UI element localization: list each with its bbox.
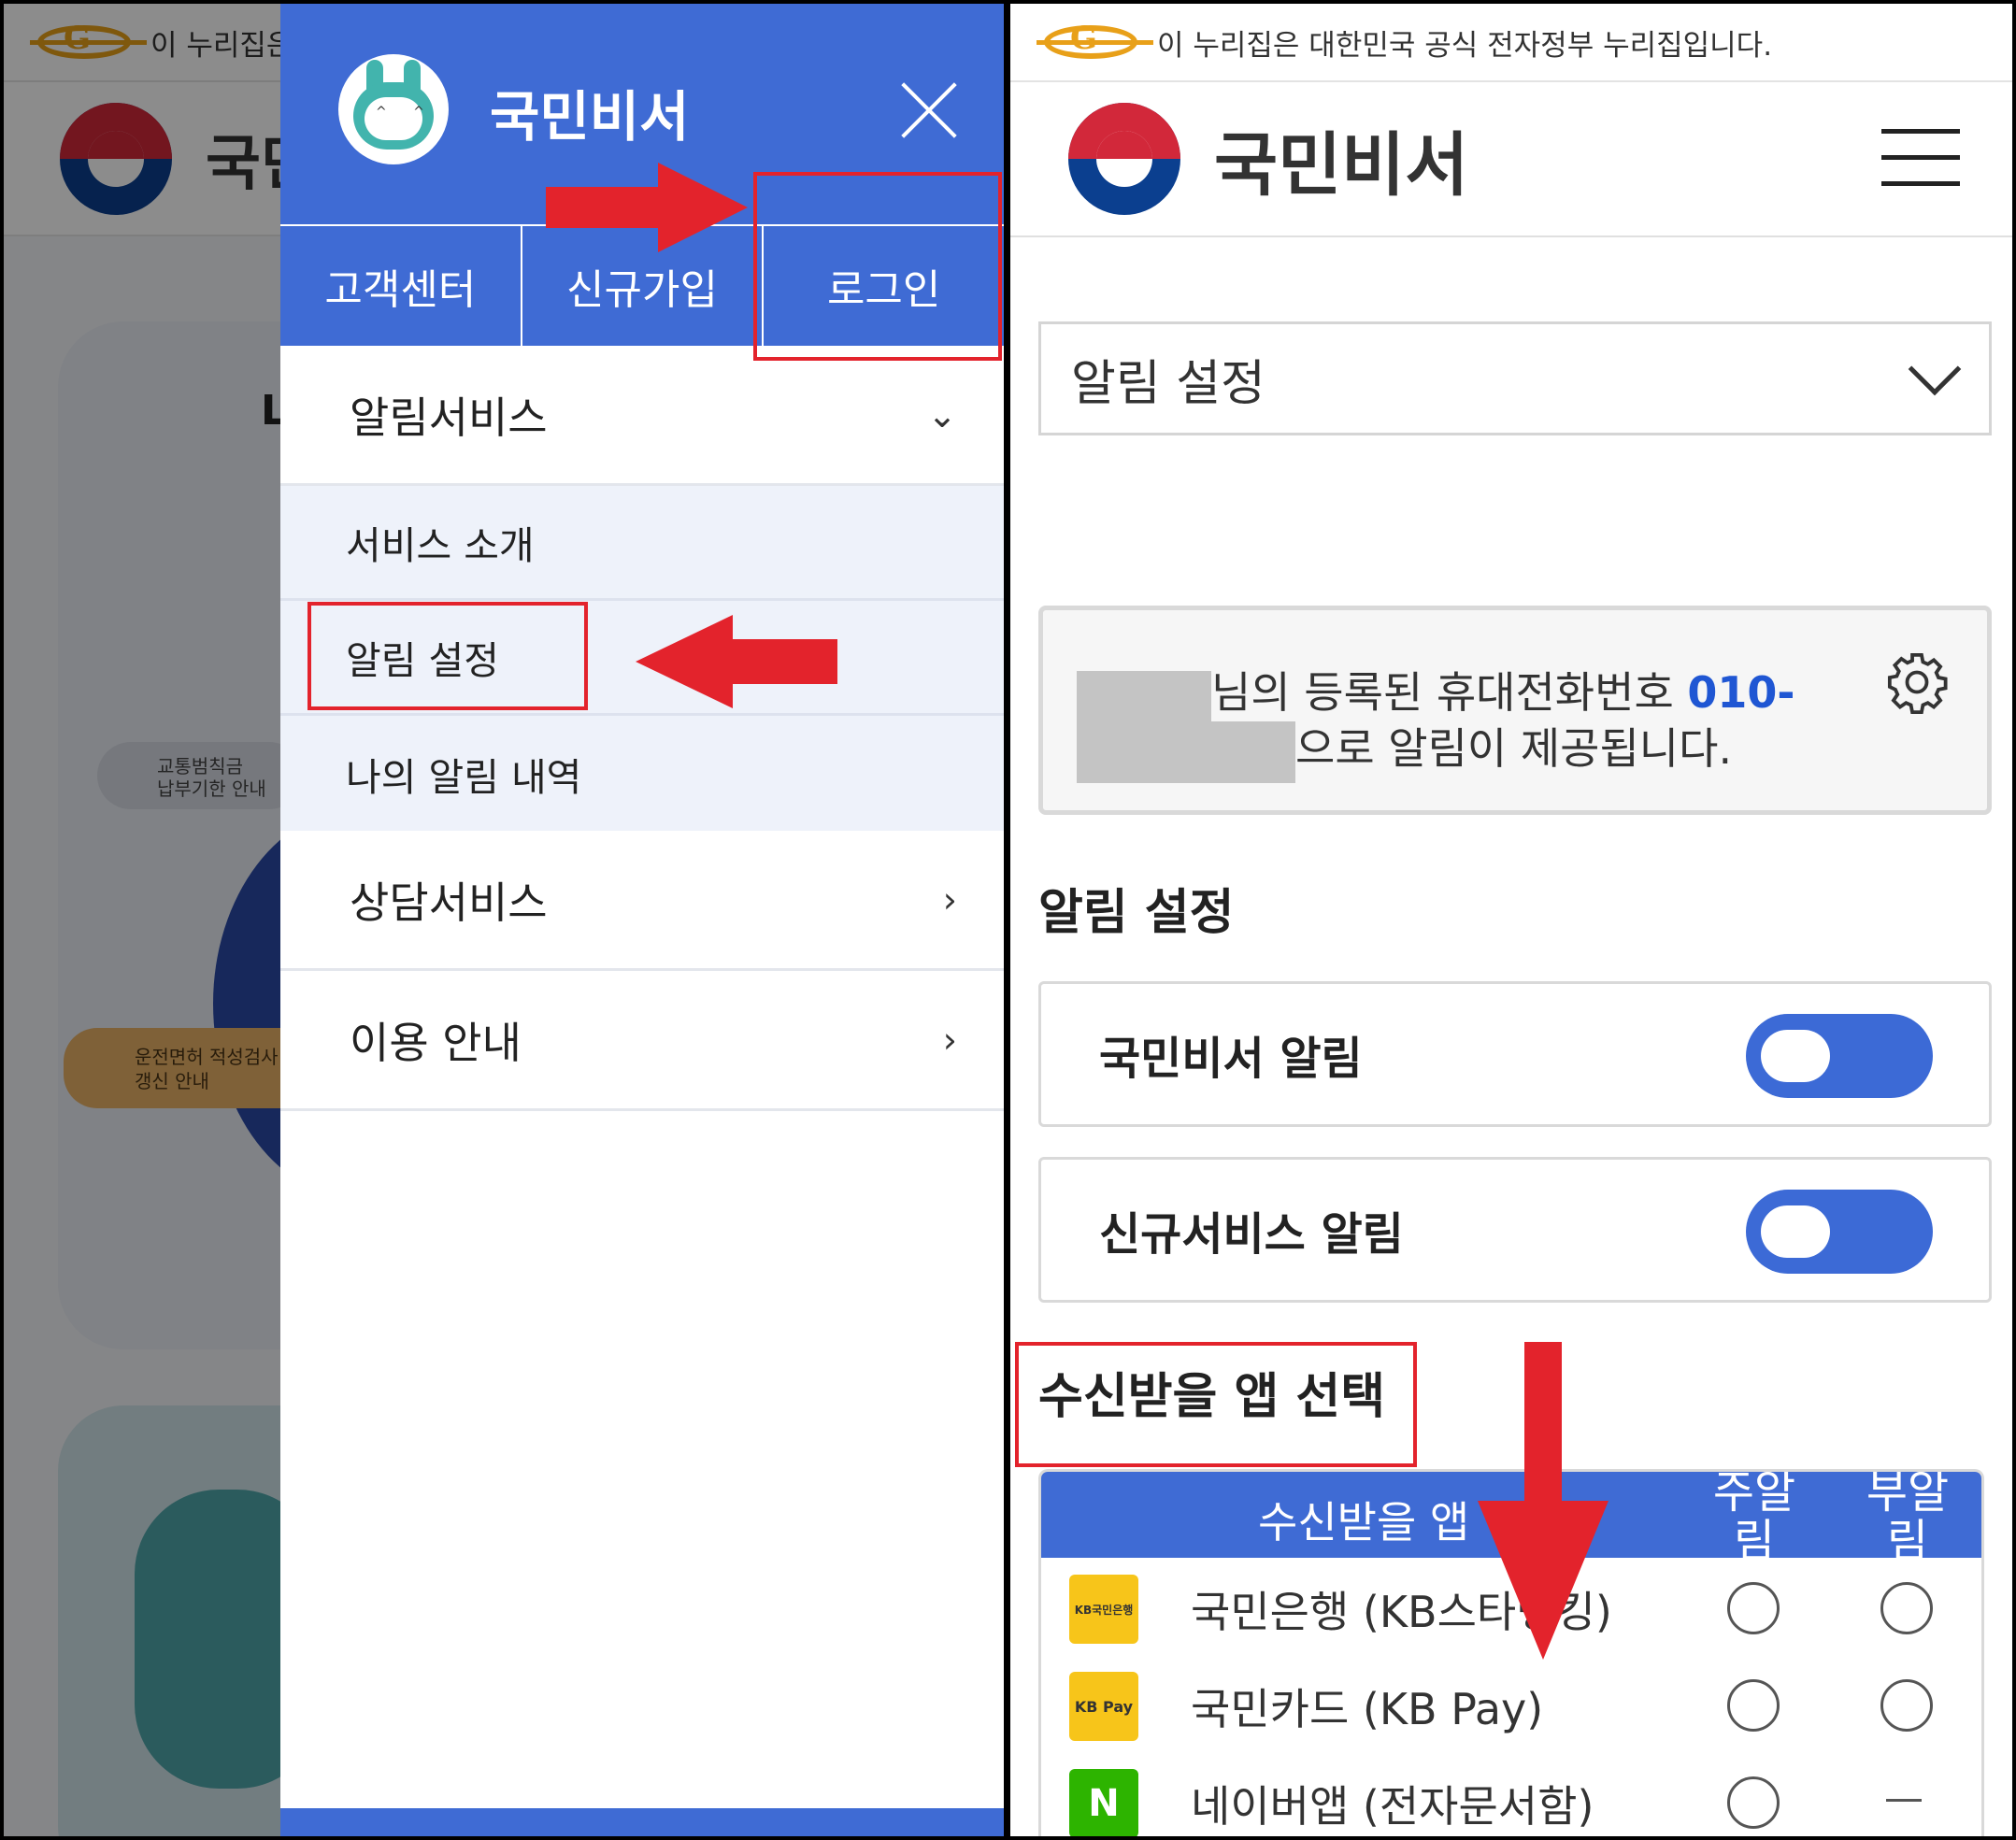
drawer-bottom-bar <box>280 1808 1004 1836</box>
chevron-down-icon <box>1908 342 1962 396</box>
site-header: 국민비서 <box>1010 82 2012 237</box>
not-available-dash <box>1886 1799 1922 1802</box>
section-title-notification: 알림 설정 <box>1038 885 1235 941</box>
radio-sub[interactable] <box>1880 1679 1933 1732</box>
gov-banner-text: 이 누리집은 대한민국 공식 전자정부 누리집입니다. <box>1157 28 1773 63</box>
kb-pay-icon: KB Pay <box>1069 1672 1138 1741</box>
right-screenshot: G 이 누리집은 대한민국 공식 전자정부 누리집입니다. 국민비서 알림 설정… <box>1010 4 2012 1836</box>
app-name: 국민카드 (KB Pay) <box>1191 1684 1544 1734</box>
select-value: 알림 설정 <box>1071 355 1265 412</box>
menu-item-notification-service[interactable]: 알림서비스 ⌄ <box>280 346 1004 486</box>
arrow-right-icon <box>546 163 748 252</box>
egov-logo-icon: G <box>1037 18 1153 66</box>
arrow-down-icon <box>1478 1342 1609 1660</box>
phone-info-box: 님의 등록된 휴대전화번호 010- 으로 알림이 제공됩니다. <box>1038 606 1992 815</box>
radio-main[interactable] <box>1727 1776 1780 1829</box>
chevron-right-icon: › <box>942 878 957 920</box>
kb-bank-icon: KB국민은행 <box>1069 1575 1138 1644</box>
arrow-left-icon <box>636 615 837 708</box>
radio-main[interactable] <box>1727 1679 1780 1732</box>
submenu-item-service-intro[interactable]: 서비스 소개 <box>280 486 1004 601</box>
toggle-switch[interactable] <box>1746 1014 1933 1098</box>
toggle-label: 신규서비스 알림 <box>1099 1208 1404 1261</box>
info-text: 님의 등록된 휴대전화번호 <box>1211 667 1688 718</box>
toggle-label: 국민비서 알림 <box>1099 1033 1363 1085</box>
submenu-item-my-notifications[interactable]: 나의 알림 내역 <box>280 716 1004 831</box>
toggle-card-kukmin-notification: 국민비서 알림 <box>1038 981 1992 1127</box>
info-line-1: 님의 등록된 휴대전화번호 010- <box>1077 659 1795 721</box>
chevron-down-icon: ⌄ <box>927 393 957 435</box>
radio-sub[interactable] <box>1880 1582 1933 1634</box>
table-row: KB Pay 국민카드 (KB Pay) <box>1041 1655 1981 1752</box>
chevron-right-icon: › <box>942 1019 957 1061</box>
highlight-app-select <box>1015 1342 1417 1467</box>
menu-item-usage-guide[interactable]: 이용 안내 › <box>280 971 1004 1111</box>
table-row: N 네이버앱 (전자문서함) <box>1041 1752 1981 1836</box>
info-text: 으로 알림이 제공됩니다. <box>1295 723 1733 774</box>
radio-main[interactable] <box>1727 1582 1780 1634</box>
drawer-title: 국민비서 <box>490 85 690 149</box>
highlight-notification-settings <box>307 602 588 710</box>
mascot-avatar-icon: ^ ^ <box>338 54 449 164</box>
highlight-login-tab <box>753 172 1002 361</box>
panel-divider <box>1004 0 1010 1840</box>
toggle-card-new-service-notification: 신규서비스 알림 <box>1038 1157 1992 1303</box>
redacted-name <box>1077 670 1211 721</box>
taegeuk-logo-icon[interactable] <box>1068 103 1180 215</box>
menu-item-label: 상담서비스 <box>350 877 548 928</box>
left-screenshot: G 이 누리집은 국민 L 교통범칙금 납부기한 안내 운전면허 적성검사 갱신… <box>4 4 1004 1836</box>
menu-item-label: 이용 안내 <box>350 1017 522 1068</box>
app-name: 네이버앱 (전자문서함) <box>1191 1781 1594 1832</box>
gov-banner: G 이 누리집은 대한민국 공식 전자정부 누리집입니다. <box>1010 4 2012 82</box>
close-icon[interactable] <box>897 78 961 142</box>
phone-number: 010- <box>1687 667 1795 718</box>
menu-item-consult-service[interactable]: 상담서비스 › <box>280 831 1004 971</box>
col-app: 수신받을 앱 <box>1258 1497 1470 1548</box>
toggle-switch[interactable] <box>1746 1190 1933 1274</box>
menu-item-label: 알림서비스 <box>350 392 548 443</box>
redacted-phone <box>1077 720 1295 783</box>
gear-icon[interactable] <box>1884 649 1950 715</box>
tab-customer-center[interactable]: 고객센터 <box>280 226 522 346</box>
site-logo-text[interactable]: 국민비서 <box>1214 109 1468 209</box>
page-select-dropdown[interactable]: 알림 설정 <box>1038 321 1992 435</box>
naver-icon: N <box>1069 1769 1138 1836</box>
info-line-2: 으로 알림이 제공됩니다. <box>1077 715 1732 783</box>
hamburger-menu-icon[interactable] <box>1881 129 1960 187</box>
